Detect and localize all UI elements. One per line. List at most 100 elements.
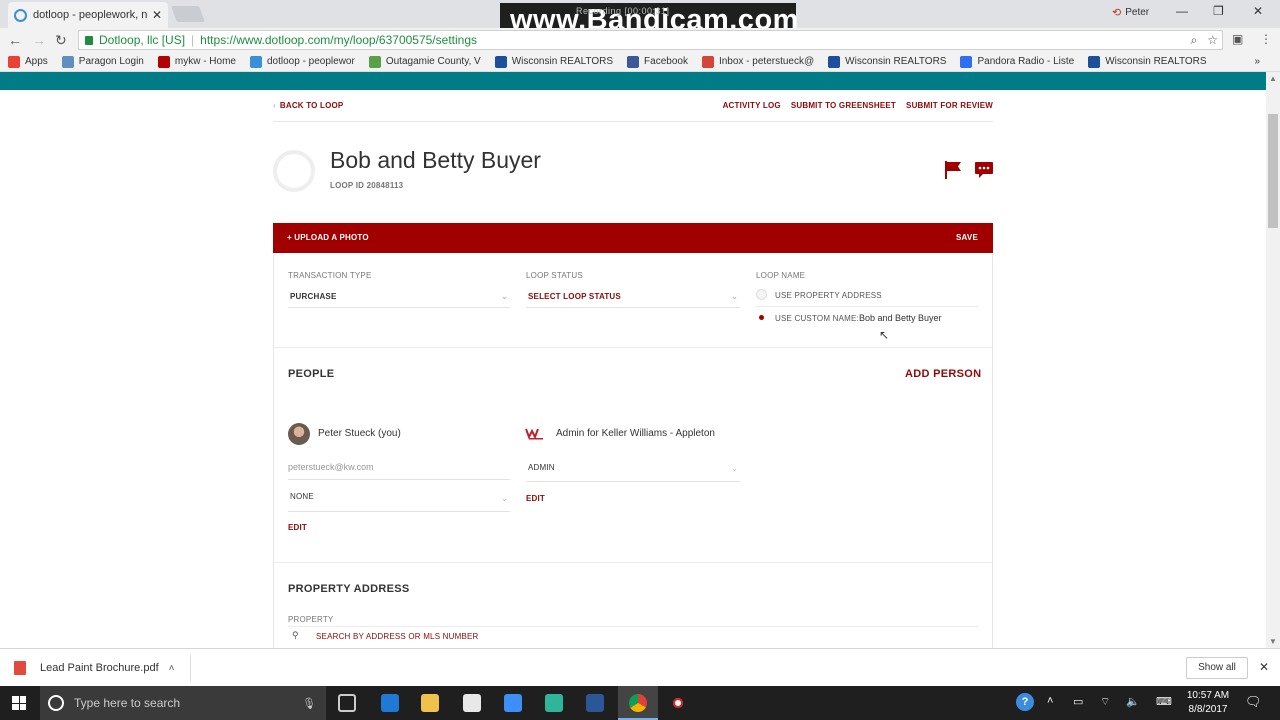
- transaction-type-select[interactable]: PURCHASE ⌄: [288, 286, 510, 308]
- bookmark-item[interactable]: Wisconsin REALTORS: [828, 55, 946, 68]
- chevron-down-icon: ⌄: [731, 464, 738, 473]
- loop-photo-placeholder[interactable]: [273, 150, 315, 192]
- submit-review-link[interactable]: SUBMIT FOR REVIEW: [906, 101, 993, 110]
- download-item[interactable]: Lead Paint Brochure.pdf ˄: [14, 661, 174, 675]
- edit-person-button[interactable]: EDIT: [288, 523, 307, 532]
- show-all-button[interactable]: Show all: [1186, 657, 1248, 679]
- close-tab-icon[interactable]: ✕: [152, 8, 162, 22]
- bookmark-item[interactable]: Outagamie County, V: [368, 55, 481, 68]
- bookmark-favicon-icon: [8, 55, 20, 68]
- clock-time: 10:57 AM: [1186, 690, 1230, 701]
- page-scrollbar[interactable]: ▲ ▼: [1266, 72, 1280, 648]
- url-input[interactable]: Dotloop, llc [US] | https://www.dotloop.…: [78, 30, 1223, 50]
- bookmark-item[interactable]: mykw - Home: [157, 55, 236, 68]
- extension-icon[interactable]: ▣: [1232, 32, 1243, 46]
- task-view-icon[interactable]: [338, 694, 356, 712]
- chevron-up-icon[interactable]: ˄: [169, 663, 175, 674]
- file-explorer-icon[interactable]: [421, 694, 439, 712]
- chevron-up-icon[interactable]: ˄: [1047, 695, 1053, 707]
- use-property-address-radio[interactable]: [756, 289, 767, 300]
- close-window-icon[interactable]: ✕: [1253, 4, 1263, 18]
- taskbar-clock[interactable]: 10:57 AM 8/8/2017: [1180, 689, 1236, 717]
- chrome-taskbar-button[interactable]: [618, 686, 658, 720]
- windows-start-icon[interactable]: [12, 696, 26, 710]
- person-role-select[interactable]: NONE ⌄: [288, 488, 510, 512]
- bandicam-icon[interactable]: [669, 694, 687, 712]
- radio-divider: [756, 306, 978, 307]
- keyboard-icon[interactable]: ⌨: [1156, 695, 1172, 708]
- bookmark-item[interactable]: Wisconsin REALTORS: [1088, 55, 1207, 68]
- transaction-type-value: PURCHASE: [290, 292, 337, 301]
- new-tab-button[interactable]: [171, 6, 205, 22]
- bookmarks-overflow-icon[interactable]: »: [1254, 56, 1260, 67]
- microphone-icon[interactable]: 🎙: [302, 697, 316, 710]
- volume-icon[interactable]: 🔈: [1126, 695, 1140, 708]
- word-icon[interactable]: [586, 694, 604, 712]
- avatar: [288, 423, 310, 445]
- dropbox-icon[interactable]: [504, 694, 522, 712]
- browser-tab[interactable]: dotloop - peoplework, no ✕: [8, 2, 168, 28]
- bookmark-favicon-icon: [249, 55, 262, 68]
- back-to-loop-link[interactable]: ‹ BACK TO LOOP: [273, 101, 343, 110]
- help-icon[interactable]: ?: [1016, 693, 1034, 711]
- bookmark-item[interactable]: Inbox - peterstueck@: [701, 55, 814, 68]
- bookmark-label: Wisconsin REALTORS: [1105, 56, 1207, 67]
- add-person-button[interactable]: ADD PERSON: [905, 368, 981, 380]
- person-email-text: peterstueck@kw.com: [288, 462, 374, 472]
- loop-status-select[interactable]: SELECT LOOP STATUS ⌄: [526, 286, 740, 308]
- bookmark-item[interactable]: Apps: [8, 55, 48, 68]
- save-button[interactable]: SAVE: [956, 233, 978, 242]
- profile-button[interactable]: ⟲ Peter: [1112, 6, 1149, 19]
- submit-greensheet-link[interactable]: SUBMIT TO GREENSHEET: [791, 101, 896, 110]
- close-downloads-icon[interactable]: ✕: [1259, 660, 1269, 674]
- flag-icon[interactable]: [943, 160, 963, 180]
- property-divider: [288, 626, 978, 627]
- bookmark-item[interactable]: Paragon Login: [61, 55, 144, 68]
- edge-icon[interactable]: [381, 694, 399, 712]
- wifi-icon[interactable]: ⌔: [1100, 695, 1110, 709]
- notifications-icon[interactable]: 🗨: [1245, 694, 1262, 710]
- reload-icon[interactable]: ↻: [55, 32, 67, 49]
- section-divider: [274, 347, 992, 348]
- bookmark-favicon-icon: [960, 55, 973, 68]
- store-icon[interactable]: [463, 694, 481, 712]
- search-icon[interactable]: ⌕: [1191, 33, 1198, 48]
- edit-person-button[interactable]: EDIT: [526, 494, 545, 503]
- person-role-select[interactable]: ADMIN ⌄: [526, 458, 740, 482]
- chevron-down-icon: ⌄: [501, 292, 508, 301]
- bookmark-star-icon[interactable]: ☆: [1207, 33, 1218, 48]
- taskbar-search-input[interactable]: Type here to search 🎙: [40, 686, 326, 720]
- pdf-file-icon: [14, 661, 26, 675]
- bookmark-favicon-icon: [494, 55, 507, 68]
- person-name: Peter Stueck (you): [318, 428, 401, 439]
- menu-kebab-icon[interactable]: ⋮: [1260, 32, 1272, 46]
- scrollbar-thumb[interactable]: [1268, 114, 1278, 228]
- bookmark-label: mykw - Home: [174, 56, 236, 67]
- scroll-up-icon[interactable]: ▲: [1269, 74, 1277, 83]
- chat-icon[interactable]: [974, 161, 994, 179]
- site-identity: Dotloop, llc [US]: [99, 33, 186, 47]
- bookmark-label: Wisconsin REALTORS: [511, 56, 614, 67]
- back-arrow-icon[interactable]: ←: [8, 32, 22, 48]
- bookmark-item[interactable]: Pandora Radio - Liste: [960, 55, 1074, 68]
- battery-icon[interactable]: ▭: [1073, 695, 1083, 708]
- infinity-app-icon[interactable]: [545, 694, 563, 712]
- use-custom-name-radio[interactable]: [756, 312, 767, 323]
- bookmark-item[interactable]: Wisconsin REALTORS: [494, 55, 614, 68]
- person-role-value: NONE: [290, 492, 314, 501]
- upload-photo-button[interactable]: + UPLOAD A PHOTO: [287, 233, 369, 242]
- minimize-icon[interactable]: —: [1176, 4, 1188, 18]
- custom-name-input[interactable]: Bob and Betty Buyer: [859, 313, 942, 323]
- loop-top-nav: ‹ BACK TO LOOP ACTIVITY LOG SUBMIT TO GRE…: [273, 96, 993, 122]
- download-file-name: Lead Paint Brochure.pdf: [40, 662, 159, 674]
- forward-arrow-icon[interactable]: →: [32, 32, 46, 48]
- bookmark-item[interactable]: Facebook: [627, 55, 688, 68]
- chevron-down-icon: ⌄: [731, 292, 738, 301]
- activity-log-link[interactable]: ACTIVITY LOG: [723, 101, 781, 110]
- bookmark-item[interactable]: dotloop - peoplewor: [249, 55, 355, 68]
- mouse-cursor-icon: ↖: [879, 328, 890, 342]
- windows-taskbar: Type here to search 🎙 ? ˄ ▭ ⌔ 🔈 ⌨ 10:57 …: [0, 686, 1280, 720]
- restore-icon[interactable]: ❐: [1213, 4, 1224, 18]
- bookmark-favicon-icon: [61, 55, 74, 68]
- scroll-down-icon[interactable]: ▼: [1269, 637, 1277, 646]
